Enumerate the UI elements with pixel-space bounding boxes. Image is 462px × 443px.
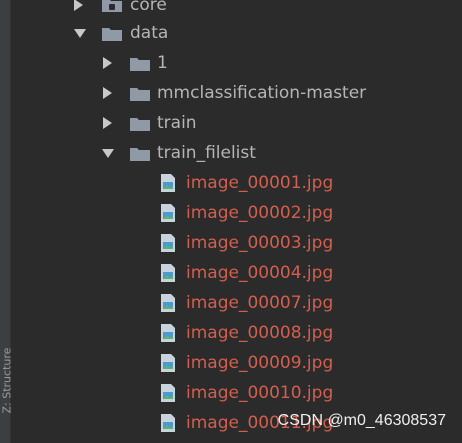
file-name: image_00002.jpg <box>186 203 334 223</box>
image-file-icon <box>161 414 175 432</box>
file-name: image_00007.jpg <box>186 293 334 313</box>
file-name: image_00001.jpg <box>186 173 334 193</box>
image-file-icon <box>161 324 175 342</box>
tree-node-label: core <box>130 0 167 15</box>
folder-icon <box>130 118 150 131</box>
folder-icon <box>130 88 150 101</box>
chevron-down-icon[interactable] <box>102 149 114 158</box>
chevron-down-icon[interactable] <box>74 29 86 38</box>
tree-node-label: train <box>157 113 197 133</box>
file-name: image_00010.jpg <box>186 383 334 403</box>
folder-icon <box>130 58 150 71</box>
image-file-icon <box>161 264 175 282</box>
tree-node-train[interactable]: train <box>0 108 462 138</box>
file-name: image_00003.jpg <box>186 233 334 253</box>
module-folder-icon <box>102 0 122 12</box>
file-name: image_00004.jpg <box>186 263 334 283</box>
file-item[interactable]: image_00002.jpg <box>0 198 462 228</box>
chevron-right-icon[interactable] <box>103 117 112 129</box>
image-file-icon <box>161 294 175 312</box>
tree-node-train-filelist[interactable]: train_filelist <box>0 138 462 168</box>
image-file-icon <box>161 384 175 402</box>
chevron-right-icon[interactable] <box>103 57 112 69</box>
file-item[interactable]: image_00010.jpg <box>0 378 462 408</box>
tree-node-mmclassification-master[interactable]: mmclassification-master <box>0 78 462 108</box>
file-item[interactable]: image_00007.jpg <box>0 288 462 318</box>
tree-node-1[interactable]: 1 <box>0 48 462 78</box>
tree-node-data[interactable]: data <box>0 18 462 48</box>
tree-node-label: data <box>130 23 169 43</box>
project-tool-window: Z: Structure core data 1 mmclassificatio… <box>0 0 462 443</box>
image-file-icon <box>161 174 175 192</box>
file-name: image_00009.jpg <box>186 353 334 373</box>
file-item[interactable]: image_00004.jpg <box>0 258 462 288</box>
file-item[interactable]: image_00008.jpg <box>0 318 462 348</box>
tree-node-label: train_filelist <box>157 143 256 163</box>
tree-node-label: mmclassification-master <box>157 83 367 103</box>
image-file-icon <box>161 234 175 252</box>
chevron-right-icon[interactable] <box>74 0 83 11</box>
tree-node-label: 1 <box>157 53 168 73</box>
file-item[interactable]: image_00009.jpg <box>0 348 462 378</box>
tree-node-core[interactable]: core <box>0 0 462 20</box>
chevron-right-icon[interactable] <box>103 87 112 99</box>
image-file-icon <box>161 204 175 222</box>
file-item[interactable]: image_00001.jpg <box>0 168 462 198</box>
folder-icon <box>130 148 150 161</box>
image-file-icon <box>161 354 175 372</box>
file-item[interactable]: image_00003.jpg <box>0 228 462 258</box>
file-name: image_00008.jpg <box>186 323 334 343</box>
folder-icon <box>102 28 122 41</box>
csdn-watermark: CSDN @m0_46308537 <box>277 412 446 429</box>
